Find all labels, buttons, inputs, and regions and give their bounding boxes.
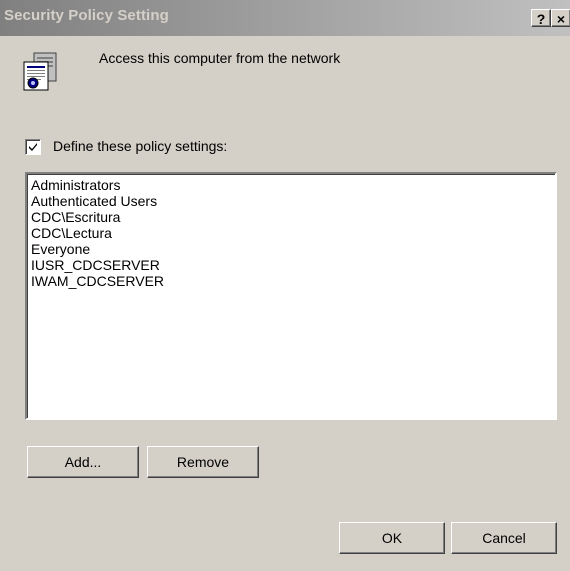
title-bar[interactable]: Security Policy Setting ? × — [0, 0, 570, 36]
list-item[interactable]: Authenticated Users — [31, 193, 551, 209]
window-title: Security Policy Setting — [4, 7, 169, 24]
checkmark-icon — [29, 143, 37, 151]
policy-name: Access this computer from the network — [99, 50, 341, 66]
list-item[interactable]: IUSR_CDCSERVER — [31, 257, 551, 273]
list-item[interactable]: CDC\Escritura — [31, 209, 551, 225]
define-policy-checkbox[interactable] — [25, 139, 41, 155]
help-button[interactable]: ? — [531, 9, 551, 27]
principals-list[interactable]: Administrators Authenticated Users CDC\E… — [25, 172, 557, 420]
remove-button[interactable]: Remove — [147, 446, 259, 478]
close-button[interactable]: × — [551, 9, 570, 27]
list-item[interactable]: CDC\Lectura — [31, 225, 551, 241]
cancel-button[interactable]: Cancel — [451, 522, 557, 554]
list-item[interactable]: Everyone — [31, 241, 551, 257]
policy-document-icon — [22, 52, 58, 92]
list-item[interactable]: IWAM_CDCSERVER — [31, 273, 551, 289]
ok-button[interactable]: OK — [339, 522, 445, 554]
define-policy-label[interactable]: Define these policy settings: — [53, 138, 227, 154]
add-button[interactable]: Add... — [27, 446, 139, 478]
list-item[interactable]: Administrators — [31, 177, 551, 193]
